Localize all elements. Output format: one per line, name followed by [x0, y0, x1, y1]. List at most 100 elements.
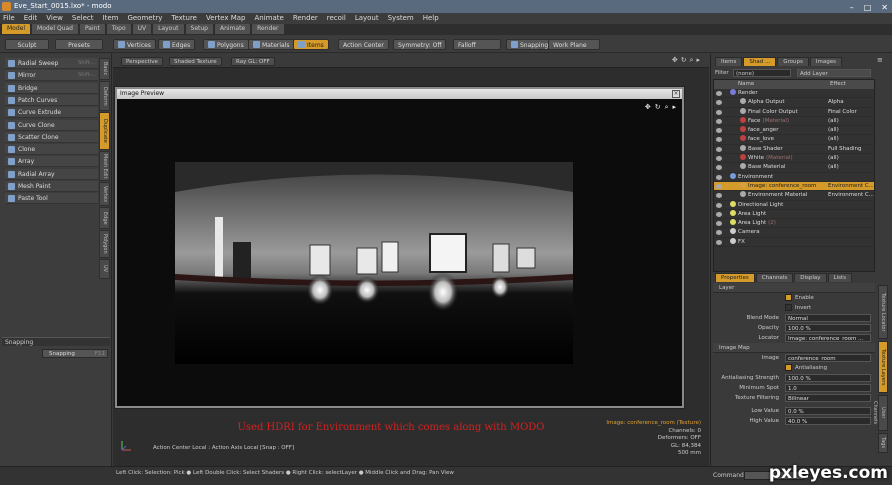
vtab-basic[interactable]: Basic [99, 58, 110, 80]
mode-tab-animate[interactable]: Animate [214, 24, 251, 34]
vtab-polygon[interactable]: Polygon [99, 230, 110, 258]
tab-channels[interactable]: Channels [755, 273, 794, 282]
tab-properties[interactable]: Properties [715, 273, 755, 282]
shader-item[interactable]: Base Material (all) [714, 163, 874, 173]
visibility-eye-icon[interactable] [716, 100, 722, 106]
shader-item[interactable]: Environment [714, 172, 874, 182]
mode-tab-render[interactable]: Render [252, 24, 284, 34]
menu-texture[interactable]: Texture [171, 13, 197, 24]
low-value-field[interactable]: 0.0 % [785, 407, 871, 415]
preview-title-bar[interactable]: Image Preview × [117, 89, 682, 99]
tool-radial-array[interactable]: Radial Array [5, 168, 98, 180]
side-tab-texture-locator[interactable]: Texture Locator [878, 285, 888, 339]
visibility-eye-icon[interactable] [716, 211, 722, 217]
visibility-eye-icon[interactable] [716, 118, 722, 124]
shading-mode-button[interactable]: Shaded Texture [169, 57, 222, 66]
image-preview-window[interactable]: Image Preview × ✥ ↻ ⌕ ▸ [115, 87, 684, 408]
menu-render[interactable]: Render [293, 13, 318, 24]
menu-system[interactable]: System [388, 13, 414, 24]
visibility-eye-icon[interactable] [716, 239, 722, 245]
menu-layout[interactable]: Layout [355, 13, 379, 24]
visibility-eye-icon[interactable] [716, 230, 722, 236]
menu-item[interactable]: Item [103, 13, 119, 24]
shader-item[interactable]: Image: conference_room Environment C... [714, 181, 874, 192]
menu-help[interactable]: Help [423, 13, 439, 24]
menu-animate[interactable]: Animate [254, 13, 283, 24]
visibility-eye-icon[interactable] [716, 183, 722, 189]
vtab-uv[interactable]: UV [99, 259, 110, 279]
tool-curve-extrude[interactable]: Curve Extrude [5, 107, 98, 119]
tab-lists[interactable]: Lists [827, 273, 853, 282]
falloff-dropdown[interactable]: Falloff [453, 39, 501, 50]
perspective-button[interactable]: Perspective [121, 57, 163, 66]
tool-paste-tool[interactable]: Paste Tool [5, 193, 98, 205]
shader-item[interactable]: Face (Material) (all) [714, 116, 874, 127]
shader-item[interactable]: face_anger (all) [714, 126, 874, 136]
presets-button[interactable]: Presets [55, 39, 103, 50]
polygons-button[interactable]: Polygons [203, 39, 249, 50]
image-map-section-header[interactable]: Image Map [713, 343, 875, 353]
panel-menu-icon[interactable]: ≡ [877, 56, 883, 64]
tool-scatter-clone[interactable]: Scatter Clone [5, 131, 98, 143]
shader-item[interactable]: Alpha Output Alpha [714, 98, 874, 108]
ray-gl-button[interactable]: Ray GL: OFF [231, 57, 275, 66]
filter-dropdown[interactable]: (none) [733, 69, 791, 77]
shader-item[interactable]: face_love (all) [714, 135, 874, 145]
menu-geometry[interactable]: Geometry [127, 13, 162, 24]
visibility-eye-icon[interactable] [716, 146, 722, 152]
visibility-eye-icon[interactable] [716, 165, 722, 171]
shader-item[interactable]: Camera [714, 228, 874, 238]
menu-view[interactable]: View [46, 13, 63, 24]
shader-item[interactable]: Area Light [714, 209, 874, 220]
shader-item[interactable]: FX [714, 237, 874, 248]
tool-mesh-paint[interactable]: Mesh Paint [5, 181, 98, 192]
vtab-duplicate[interactable]: Duplicate [99, 112, 110, 150]
visibility-eye-icon[interactable] [716, 137, 722, 143]
visibility-eye-icon[interactable] [716, 174, 722, 180]
menu-edit[interactable]: Edit [24, 13, 38, 24]
tool-bridge[interactable]: Bridge [5, 82, 98, 94]
symmetry-dropdown[interactable]: Symmetry: Off [393, 39, 447, 50]
snapping-toggle[interactable]: Snapping F11 [42, 349, 108, 358]
pan-icon[interactable]: ✥ [645, 103, 651, 112]
visibility-eye-icon[interactable] [716, 221, 722, 227]
menu-vertex-map[interactable]: Vertex Map [206, 13, 246, 24]
visibility-eye-icon[interactable] [716, 128, 722, 134]
vtab-edge[interactable]: Edge [99, 207, 110, 229]
action-center-dropdown[interactable]: Action Center [338, 39, 389, 50]
side-tab-user-channels[interactable]: User Channels [872, 395, 888, 431]
tab-items[interactable]: Items [715, 57, 743, 66]
minimum-spot-field[interactable]: 1.0 [785, 384, 871, 392]
viewport-nav-icons[interactable]: ✥↻⌕▸ [672, 56, 703, 65]
vtab-deform[interactable]: Deform [99, 81, 110, 111]
enable-checkbox[interactable] [785, 294, 792, 301]
shader-item[interactable]: Base Shader Full Shading [714, 144, 874, 155]
zoom-icon[interactable]: ⌕ [665, 103, 669, 112]
visibility-eye-icon[interactable] [716, 109, 722, 115]
menu-select[interactable]: Select [72, 13, 94, 24]
tab-shad[interactable]: Shad ... [743, 57, 777, 66]
antialiasing-checkbox[interactable] [785, 364, 792, 371]
shader-item[interactable]: Directional Light [714, 200, 874, 210]
tool-mirror[interactable]: Mirror Shift-... [5, 70, 98, 82]
shader-item[interactable]: Final Color Output Final Color [714, 107, 874, 117]
shader-item[interactable]: Render [714, 89, 874, 99]
side-tab-texture-layers[interactable]: Texture Layers [878, 341, 888, 393]
tool-array[interactable]: Array [5, 156, 98, 168]
visibility-eye-icon[interactable] [716, 91, 722, 96]
work-plane-dropdown[interactable]: Work Plane [548, 39, 600, 50]
preview-close-icon[interactable]: × [672, 90, 680, 98]
tab-groups[interactable]: Groups [777, 57, 809, 66]
mode-tab-topo[interactable]: Topo [106, 24, 131, 34]
opacity-field[interactable]: 100.0 % [785, 324, 871, 332]
mode-tab-paint[interactable]: Paint [79, 24, 105, 34]
tool-radial-sweep[interactable]: Radial Sweep Shift-... [5, 58, 98, 69]
mode-tab-setup[interactable]: Setup [185, 24, 213, 34]
locator-dropdown[interactable]: Image: conference_room ... [785, 334, 871, 342]
menu-file[interactable]: File [3, 13, 15, 24]
tool-patch-curves[interactable]: Patch Curves [5, 94, 98, 106]
side-tab-tags[interactable]: Tags [878, 433, 888, 453]
mode-tab-uv[interactable]: UV [132, 24, 152, 34]
play-icon[interactable]: ▸ [672, 103, 676, 112]
shader-item[interactable]: White (Material) (all) [714, 154, 874, 164]
